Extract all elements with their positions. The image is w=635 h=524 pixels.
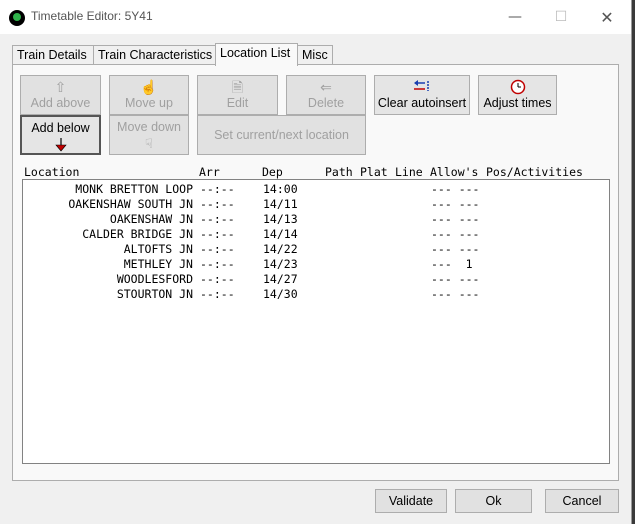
add-above-label: Add above	[30, 96, 91, 110]
delete-button[interactable]: ⇐ Delete	[286, 75, 366, 115]
row-dep: 14/27	[263, 272, 298, 286]
row-allow: --- 1	[431, 257, 473, 271]
list-item[interactable]: WOODLESFORD --:-- 14/27 --- ---	[23, 272, 609, 287]
add-below-label: Add below	[31, 121, 90, 135]
list-item[interactable]: METHLEY JN --:-- 14/23 --- 1	[23, 257, 609, 272]
clear-autoinsert-icon	[375, 79, 469, 95]
tab-label: Misc	[302, 48, 328, 62]
minimize-button[interactable]: —	[492, 4, 538, 30]
row-dep: 14:00	[263, 182, 298, 196]
row-arr: --:--	[200, 257, 235, 271]
move-up-button[interactable]: ☝ Move up	[109, 75, 189, 115]
row-dep: 14/30	[263, 287, 298, 301]
clear-autoinsert-label: Clear autoinsert	[377, 96, 467, 110]
row-allow: --- ---	[431, 197, 480, 211]
row-location: OAKENSHAW SOUTH JN	[68, 197, 193, 211]
clear-autoinsert-button[interactable]: Clear autoinsert	[374, 75, 470, 115]
col-allows: Allow's	[430, 165, 479, 179]
row-arr: --:--	[200, 182, 235, 196]
close-button[interactable]: ✕	[584, 4, 630, 30]
col-location: Location	[24, 165, 80, 179]
tab-location-list[interactable]: Location List	[215, 43, 298, 66]
row-location: CALDER BRIDGE JN	[82, 227, 193, 241]
col-path: Path	[325, 165, 353, 179]
ok-button[interactable]: Ok	[455, 489, 532, 513]
tab-label: Location List	[220, 46, 291, 60]
timetable-editor-window: Timetable Editor: 5Y41 — ☐ ✕ Train Detai…	[0, 0, 632, 524]
row-dep: 14/22	[263, 242, 298, 256]
row-arr: --:--	[200, 287, 235, 301]
clock-icon	[479, 79, 556, 95]
maximize-button[interactable]: ☐	[538, 4, 584, 30]
list-item[interactable]: STOURTON JN --:-- 14/30 --- ---	[23, 287, 609, 302]
row-location: STOURTON JN	[116, 287, 193, 301]
move-down-label: Move down	[117, 120, 181, 134]
col-line: Line	[395, 165, 423, 179]
col-dep: Dep	[262, 165, 283, 179]
edit-document-icon: 🗎	[231, 79, 244, 95]
col-plat: Plat	[360, 165, 388, 179]
delete-icon: ⇐	[320, 79, 332, 95]
set-current-next-button[interactable]: Set current/next location	[197, 115, 366, 155]
adjust-times-button[interactable]: Adjust times	[478, 75, 557, 115]
add-below-button[interactable]: Add below	[20, 115, 101, 155]
move-up-label: Move up	[125, 96, 173, 110]
add-above-button[interactable]: ⇧ Add above	[20, 75, 101, 115]
tab-train-details[interactable]: Train Details	[12, 45, 94, 64]
row-location: METHLEY JN	[123, 257, 193, 271]
list-item[interactable]: ALTOFTS JN --:-- 14/22 --- ---	[23, 242, 609, 257]
row-allow: --- ---	[431, 242, 480, 256]
delete-label: Delete	[307, 96, 345, 110]
row-allow: --- ---	[431, 287, 480, 301]
col-pos-activities: Pos/Activities	[486, 165, 583, 179]
app-icon	[9, 10, 25, 26]
row-arr: --:--	[200, 197, 235, 211]
tab-misc[interactable]: Misc	[297, 45, 333, 64]
list-header: Location Arr Dep Path Plat Line Allow's …	[24, 165, 614, 179]
edit-label: Edit	[226, 96, 249, 110]
validate-button[interactable]: Validate	[375, 489, 447, 513]
title-bar[interactable]: Timetable Editor: 5Y41 — ☐ ✕	[0, 0, 631, 34]
col-arr: Arr	[199, 165, 220, 179]
window-title: Timetable Editor: 5Y41	[31, 9, 153, 23]
row-location: MONK BRETTON LOOP	[75, 182, 193, 196]
adjust-times-label: Adjust times	[483, 96, 552, 110]
row-allow: --- ---	[431, 182, 480, 196]
row-dep: 14/14	[263, 227, 298, 241]
set-current-next-label: Set current/next location	[214, 128, 349, 142]
row-location: OAKENSHAW JN	[109, 212, 193, 226]
hand-up-icon: ☝	[140, 79, 158, 95]
down-arrow-icon	[55, 138, 67, 155]
cancel-button[interactable]: Cancel	[545, 489, 619, 513]
list-item[interactable]: OAKENSHAW SOUTH JN --:-- 14/11 --- ---	[23, 197, 609, 212]
row-arr: --:--	[200, 242, 235, 256]
location-listbox[interactable]: MONK BRETTON LOOP --:-- 14:00 --- --- OA…	[22, 179, 610, 464]
row-allow: --- ---	[431, 212, 480, 226]
row-allow: --- ---	[431, 272, 480, 286]
row-allow: --- ---	[431, 227, 480, 241]
tab-train-characteristics[interactable]: Train Characteristics	[93, 45, 216, 64]
row-dep: 14/11	[263, 197, 298, 211]
row-dep: 14/23	[263, 257, 298, 271]
row-arr: --:--	[200, 212, 235, 226]
list-item[interactable]: OAKENSHAW JN --:-- 14/13 --- ---	[23, 212, 609, 227]
row-location: WOODLESFORD	[116, 272, 193, 286]
row-arr: --:--	[200, 272, 235, 286]
up-arrow-icon: ⇧	[54, 79, 67, 95]
hand-down-icon: ☟	[145, 136, 153, 151]
row-dep: 14/13	[263, 212, 298, 226]
row-arr: --:--	[200, 227, 235, 241]
row-location: ALTOFTS JN	[123, 242, 193, 256]
edit-button[interactable]: 🗎 Edit	[197, 75, 278, 115]
list-item[interactable]: CALDER BRIDGE JN --:-- 14/14 --- ---	[23, 227, 609, 242]
tab-label: Train Characteristics	[98, 48, 213, 62]
move-down-button[interactable]: Move down ☟	[109, 115, 189, 155]
list-item[interactable]: MONK BRETTON LOOP --:-- 14:00 --- ---	[23, 182, 609, 197]
tab-label: Train Details	[17, 48, 87, 62]
